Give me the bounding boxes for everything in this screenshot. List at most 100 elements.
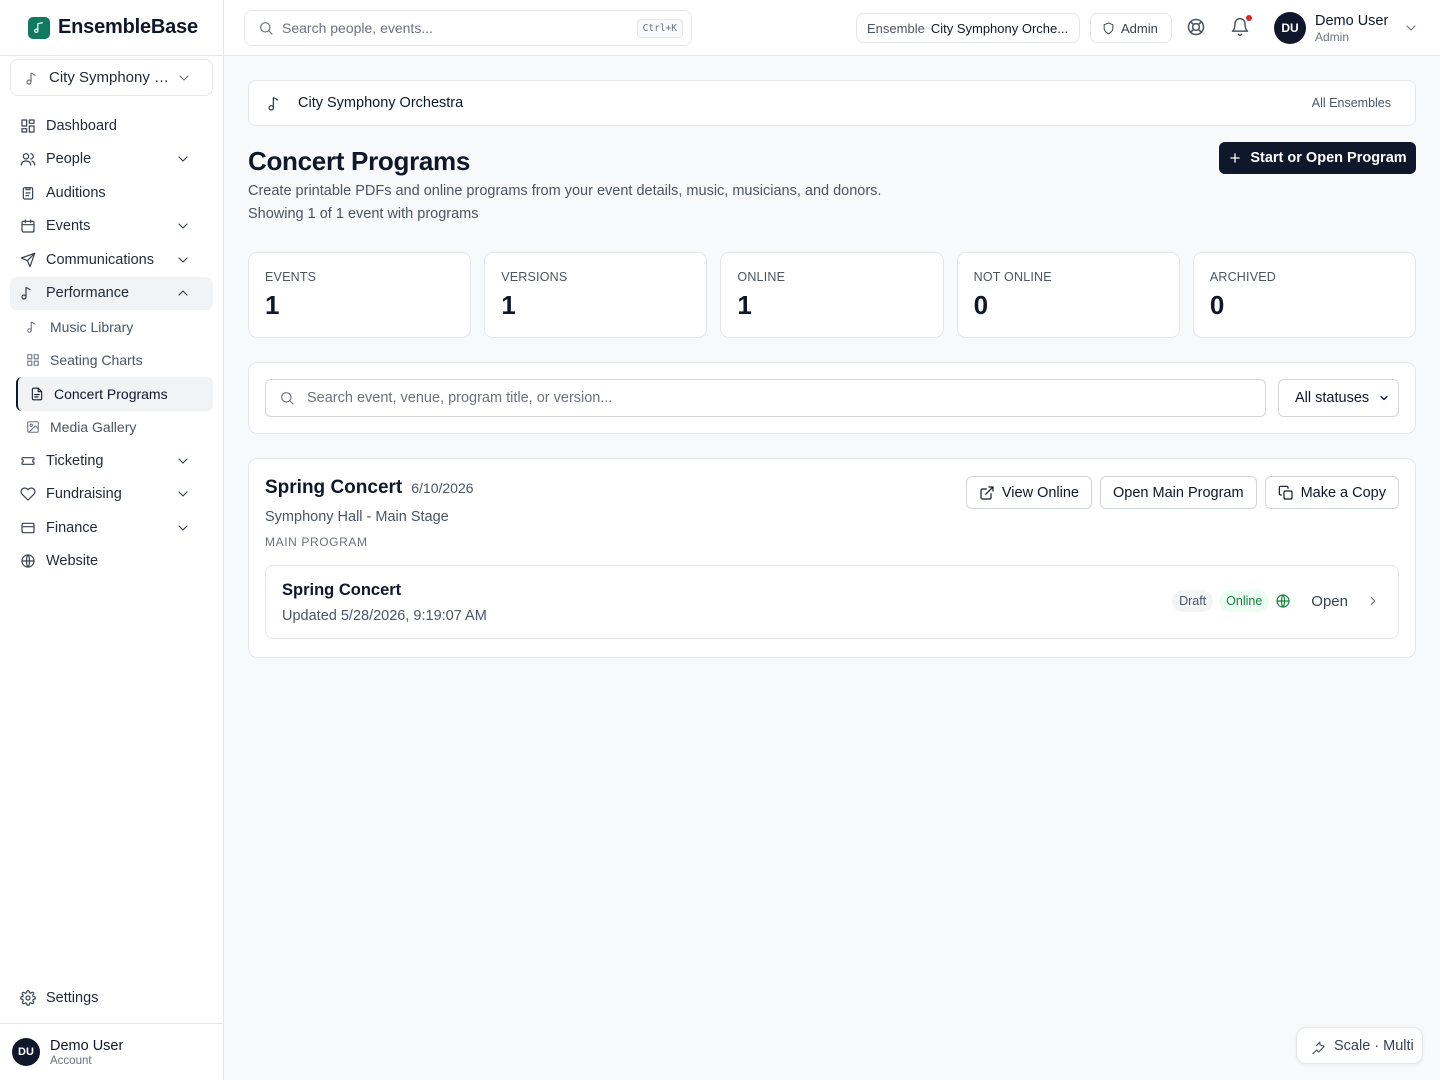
ensemble-context-title: City Symphony Orchestra xyxy=(298,95,464,111)
global-search[interactable]: Ctrl+K xyxy=(244,10,692,46)
sidebar-item-label: Website xyxy=(46,553,99,570)
ensemble-selector-label: City Symphony O... xyxy=(49,69,176,86)
heart-icon xyxy=(20,486,36,502)
sidebar-item-dashboard[interactable]: Dashboard xyxy=(10,109,213,143)
sidebar-item-ticketing[interactable]: Ticketing xyxy=(10,444,213,478)
avatar: DU xyxy=(12,1038,40,1066)
sidebar: EnsembleBase City Symphony O... Dashboar… xyxy=(0,0,224,1080)
grid-icon xyxy=(20,118,36,134)
event-date: 6/10/2026 xyxy=(411,480,474,496)
sidebar-item-label: Events xyxy=(46,218,91,235)
view-online-label: View Online xyxy=(1001,484,1079,501)
open-main-program-button[interactable]: Open Main Program xyxy=(1100,476,1257,509)
make-copy-button[interactable]: Make a Copy xyxy=(1264,476,1399,509)
music-note-icon xyxy=(267,95,284,112)
sidebar-subitem-seating-charts[interactable]: Seating Charts xyxy=(10,344,213,378)
account-sub: Account xyxy=(50,1054,92,1067)
all-ensembles-link[interactable]: All Ensembles xyxy=(1312,96,1391,110)
sidebar-subitem-label: Music Library xyxy=(50,318,134,335)
sidebar-item-label: Fundraising xyxy=(46,486,122,503)
user-role: Admin xyxy=(1315,29,1350,44)
sidebar-subitem-music-library[interactable]: Music Library xyxy=(10,310,213,344)
music-note-icon xyxy=(25,70,41,86)
sidebar-item-people[interactable]: People xyxy=(10,143,213,177)
start-program-label: Start or Open Program xyxy=(1250,150,1407,166)
global-search-input[interactable] xyxy=(282,20,637,36)
program-search-input[interactable] xyxy=(307,390,1265,406)
sidebar-nav: Dashboard People Auditions Events Commun… xyxy=(10,109,213,578)
make-copy-label: Make a Copy xyxy=(1300,484,1386,501)
file-icon xyxy=(30,387,44,401)
music-note-icon xyxy=(26,320,40,334)
sidebar-subitem-media-gallery[interactable]: Media Gallery xyxy=(10,411,213,445)
image-icon xyxy=(26,420,40,434)
user-menu[interactable]: DU Demo User Admin xyxy=(1274,12,1419,44)
ensemble-selector[interactable]: City Symphony O... xyxy=(10,59,213,96)
sidebar-item-auditions[interactable]: Auditions xyxy=(10,176,213,210)
shield-icon xyxy=(1102,22,1115,35)
brand[interactable]: EnsembleBase xyxy=(0,0,223,56)
stat-card-archived: ARCHIVED 0 xyxy=(1192,252,1417,338)
ensemble-switcher-label: Ensemble xyxy=(867,20,925,36)
role-badge[interactable]: Admin xyxy=(1090,13,1172,43)
search-icon xyxy=(258,20,274,36)
main-content: City Symphony Orchestra All Ensembles Co… xyxy=(248,80,1417,658)
plus-icon xyxy=(1228,151,1242,165)
event-card: Spring Concert 6/10/2026 Symphony Hall -… xyxy=(248,458,1416,658)
stat-card-events: EVENTS 1 xyxy=(248,252,472,338)
chevron-down-icon xyxy=(175,252,191,268)
account-menu[interactable]: DU Demo User Account xyxy=(0,1023,223,1080)
receipt-icon xyxy=(20,520,36,536)
stat-card-not-online: NOT ONLINE 0 xyxy=(956,252,1180,338)
open-version-link[interactable]: Open xyxy=(1311,593,1348,610)
stat-value: 1 xyxy=(265,290,280,320)
copy-icon xyxy=(1278,485,1294,501)
stat-label: ARCHIVED xyxy=(1209,270,1277,284)
wrench-icon xyxy=(1310,1038,1326,1054)
search-icon xyxy=(279,390,295,406)
program-version-row[interactable]: Spring Concert Updated 5/28/2026, 9:19:0… xyxy=(265,565,1399,639)
help-icon[interactable] xyxy=(1186,17,1206,37)
globe-icon xyxy=(1275,593,1291,609)
view-online-button[interactable]: View Online xyxy=(965,476,1092,509)
chevron-down-icon xyxy=(176,70,192,86)
chevron-down-icon xyxy=(1403,20,1419,36)
sidebar-item-performance[interactable]: Performance xyxy=(10,276,213,310)
send-icon xyxy=(20,252,36,268)
sidebar-item-settings[interactable]: Settings xyxy=(10,981,213,1015)
stat-value: 0 xyxy=(1209,290,1225,320)
app-name: EnsembleBase xyxy=(58,16,198,38)
chevron-up-icon xyxy=(175,285,191,301)
stat-label: VERSIONS xyxy=(501,270,568,284)
scale-widget[interactable]: Scale · Multi xyxy=(1296,1027,1423,1064)
chevron-down-icon xyxy=(175,218,191,234)
sidebar-item-finance[interactable]: Finance xyxy=(10,511,213,545)
sidebar-subitem-concert-programs[interactable]: Concert Programs xyxy=(16,377,213,411)
start-program-button[interactable]: Start or Open Program xyxy=(1219,142,1416,174)
sidebar-item-website[interactable]: Website xyxy=(10,545,213,579)
stats-row: EVENTS 1 VERSIONS 1 ONLINE 1 NOT ONLINE … xyxy=(248,252,1417,338)
sidebar-subitem-label: Concert Programs xyxy=(54,385,168,402)
grid-icon xyxy=(26,353,40,367)
shortcut-hint: Ctrl+K xyxy=(636,18,683,38)
open-main-program-label: Open Main Program xyxy=(1113,484,1244,501)
status-badge-online: Online xyxy=(1219,590,1270,612)
sidebar-item-fundraising[interactable]: Fundraising xyxy=(10,478,213,512)
sidebar-item-label: Communications xyxy=(46,251,154,268)
status-filter-select[interactable]: All statuses xyxy=(1278,379,1399,417)
stat-card-online: ONLINE 1 xyxy=(720,252,944,338)
sidebar-item-communications[interactable]: Communications xyxy=(10,243,213,277)
program-search[interactable] xyxy=(265,379,1266,417)
sidebar-item-events[interactable]: Events xyxy=(10,210,213,244)
ensemble-switcher[interactable]: Ensemble City Symphony Orche... xyxy=(856,13,1080,43)
scale-widget-label: Scale · Multi xyxy=(1334,1037,1414,1054)
result-count: Showing 1 of 1 event with programs xyxy=(248,206,479,222)
user-name: Demo User xyxy=(1315,12,1389,29)
stat-value: 1 xyxy=(501,290,516,320)
chevron-right-icon xyxy=(1366,594,1380,608)
account-name: Demo User xyxy=(50,1037,124,1054)
clipboard-icon xyxy=(20,185,36,201)
sidebar-item-label: Dashboard xyxy=(46,117,117,134)
ensemble-switcher-value: City Symphony Orche... xyxy=(930,20,1069,36)
event-venue: Symphony Hall - Main Stage xyxy=(265,509,449,525)
